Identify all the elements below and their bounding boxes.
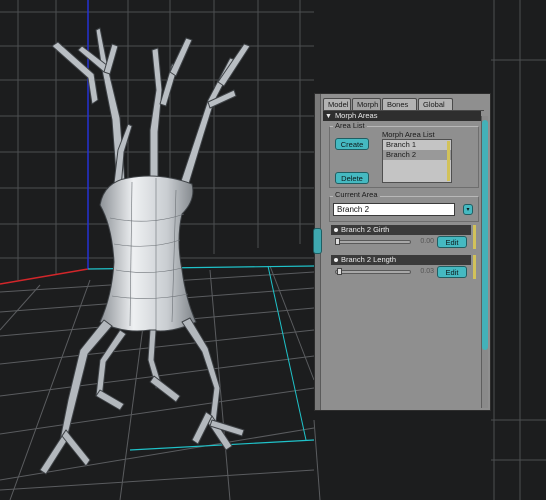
girth-dial-label: Branch 2 Girth xyxy=(341,225,390,234)
length-value[interactable]: 0.03 xyxy=(414,268,434,275)
morph-areas-header[interactable]: ▼ Morph Areas xyxy=(323,111,481,121)
tab-morph[interactable]: Morph xyxy=(352,98,381,110)
length-dial-scrollbar[interactable] xyxy=(473,255,476,279)
tab-bones[interactable]: Bones xyxy=(382,98,417,110)
area-list-title: Area List xyxy=(333,121,367,130)
tab-model[interactable]: Model xyxy=(323,98,351,110)
length-dial-label: Branch 2 Length xyxy=(341,255,397,264)
current-area-title: Current Area xyxy=(333,190,380,199)
current-area-field[interactable]: Branch 2 xyxy=(333,203,455,216)
girth-dial-header: Branch 2 Girth xyxy=(331,225,471,235)
panel-empty-area xyxy=(323,380,481,408)
current-area-dropdown-icon[interactable]: ▾ xyxy=(463,204,473,215)
length-edit-button[interactable]: Edit xyxy=(437,266,467,278)
collapse-caret-icon: ▼ xyxy=(325,113,332,120)
morph-panel: Model Morph Bones Global ▼ Morph Areas Ar… xyxy=(313,93,491,411)
morph-areas-title: Morph Areas xyxy=(334,111,378,120)
girth-slider[interactable] xyxy=(335,240,411,244)
list-item[interactable]: Branch 1 xyxy=(383,140,451,150)
length-slider-knob[interactable] xyxy=(337,268,342,275)
girth-dial-scrollbar[interactable] xyxy=(473,225,476,249)
length-dial-header: Branch 2 Length xyxy=(331,255,471,265)
panel-scrollbar[interactable] xyxy=(481,116,488,408)
create-button[interactable]: Create xyxy=(335,138,369,150)
tab-global[interactable]: Global xyxy=(418,98,453,110)
bullet-icon xyxy=(334,228,338,233)
panel-collapse-handle[interactable] xyxy=(313,228,322,254)
girth-value[interactable]: 0.00 xyxy=(414,238,434,245)
morph-area-list[interactable]: Branch 1 Branch 2 xyxy=(382,139,452,183)
list-scrollbar[interactable] xyxy=(447,141,450,181)
panel-scroll-thumb[interactable] xyxy=(482,120,488,350)
delete-button[interactable]: Delete xyxy=(335,172,369,184)
bullet-icon xyxy=(334,258,338,263)
girth-slider-knob[interactable] xyxy=(335,238,340,245)
list-item[interactable]: Branch 2 xyxy=(383,150,451,160)
morph-area-list-title: Morph Area List xyxy=(382,130,435,139)
girth-edit-button[interactable]: Edit xyxy=(437,236,467,248)
length-slider[interactable] xyxy=(335,270,411,274)
